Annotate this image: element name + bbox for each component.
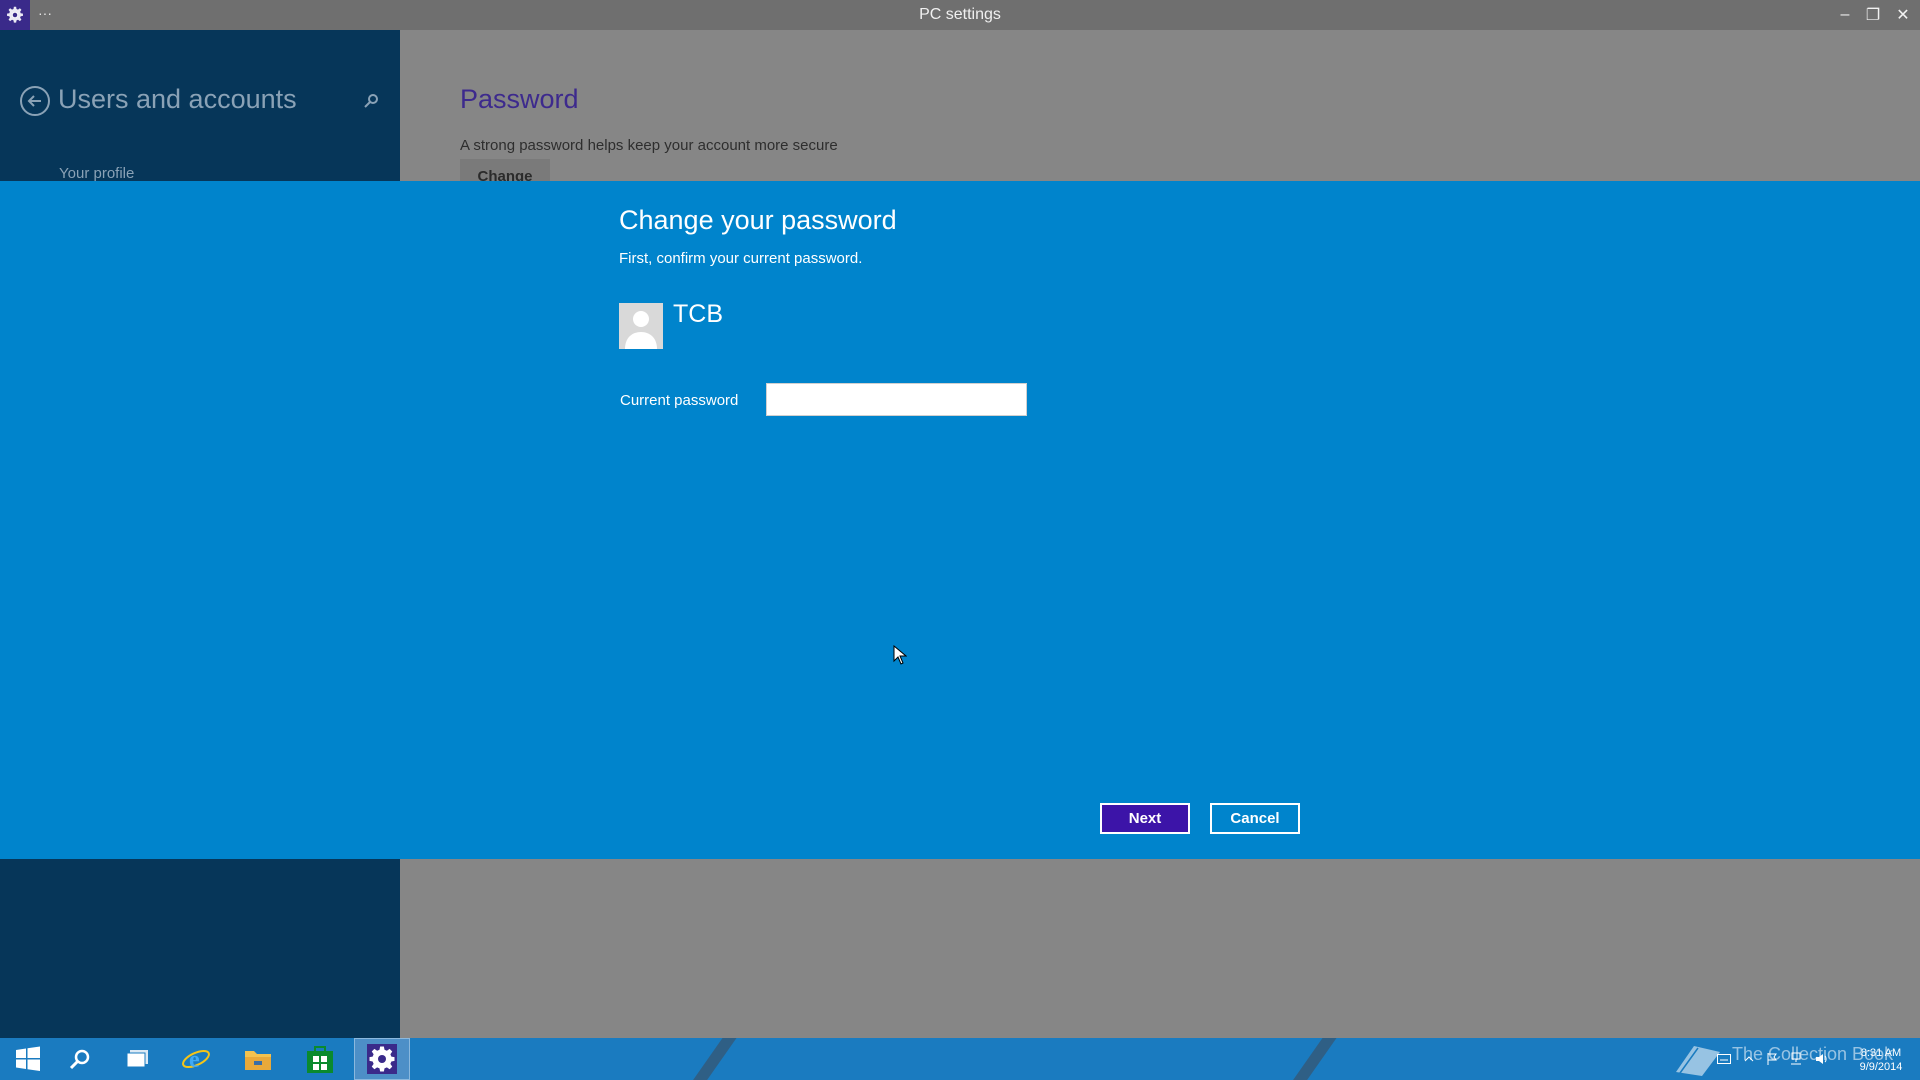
taskbar-pc-settings[interactable] <box>354 1038 410 1080</box>
taskbar-file-explorer[interactable] <box>230 1038 286 1080</box>
sidebar-item-your-profile[interactable]: Your profile <box>59 165 134 182</box>
windows-logo-icon <box>16 1046 40 1071</box>
title-bar: ··· PC settings – ❐ ✕ <box>0 0 1920 30</box>
taskbar: e The Collection Book 8:31 AM 9/9/2014 <box>0 1038 1920 1080</box>
file-explorer-icon <box>245 1051 271 1070</box>
svg-text:e: e <box>189 1047 200 1073</box>
search-button[interactable] <box>360 90 382 112</box>
change-password-dialog <box>0 181 1920 859</box>
wallpaper-stripe <box>1280 1038 1344 1080</box>
task-view-button[interactable] <box>110 1038 166 1080</box>
taskbar-internet-explorer[interactable]: e <box>168 1038 224 1080</box>
search-icon <box>69 1049 90 1070</box>
clock-date: 9/9/2014 <box>1859 1061 1903 1073</box>
next-button[interactable]: Next <box>1100 803 1190 834</box>
store-icon <box>307 1046 333 1073</box>
tray-volume-icon[interactable] <box>1812 1038 1832 1080</box>
tray-network-icon[interactable] <box>1786 1038 1806 1080</box>
minimize-button[interactable]: – <box>1830 0 1860 30</box>
tray-flag-icon[interactable] <box>1762 1038 1782 1080</box>
taskbar-clock[interactable]: 8:31 AM 9/9/2014 <box>1848 1046 1914 1074</box>
task-view-icon <box>126 1050 148 1068</box>
internet-explorer-icon: e <box>182 1047 210 1073</box>
search-icon <box>364 94 378 108</box>
change-password-button[interactable]: Change <box>460 159 550 181</box>
current-password-field[interactable] <box>766 383 1027 416</box>
taskbar-search-button[interactable] <box>52 1038 108 1080</box>
start-button[interactable] <box>0 1038 56 1080</box>
close-button[interactable]: ✕ <box>1888 0 1918 30</box>
dialog-title: Change your password <box>619 205 897 235</box>
wallpaper-stripe <box>680 1038 744 1080</box>
back-arrow-icon <box>27 95 41 107</box>
settings-gear-icon <box>367 1044 397 1074</box>
password-heading: Password <box>460 84 579 114</box>
password-description: A strong password helps keep your accoun… <box>460 137 838 154</box>
section-title: Users and accounts <box>58 84 297 114</box>
clock-time: 8:31 AM <box>1860 1047 1902 1059</box>
cancel-button[interactable]: Cancel <box>1210 803 1300 834</box>
username: TCB <box>673 300 723 328</box>
restore-button[interactable]: ❐ <box>1858 0 1888 30</box>
mouse-cursor-icon <box>893 645 907 665</box>
dialog-subtitle: First, confirm your current password. <box>619 250 863 267</box>
window-title: PC settings <box>919 6 1001 23</box>
user-avatar-icon <box>619 303 663 349</box>
tray-keyboard-icon[interactable] <box>1714 1038 1734 1080</box>
back-button[interactable] <box>20 86 50 116</box>
tray-chevron-up-icon[interactable] <box>1740 1038 1758 1080</box>
current-password-label: Current password <box>620 392 739 409</box>
taskbar-store[interactable] <box>292 1038 348 1080</box>
